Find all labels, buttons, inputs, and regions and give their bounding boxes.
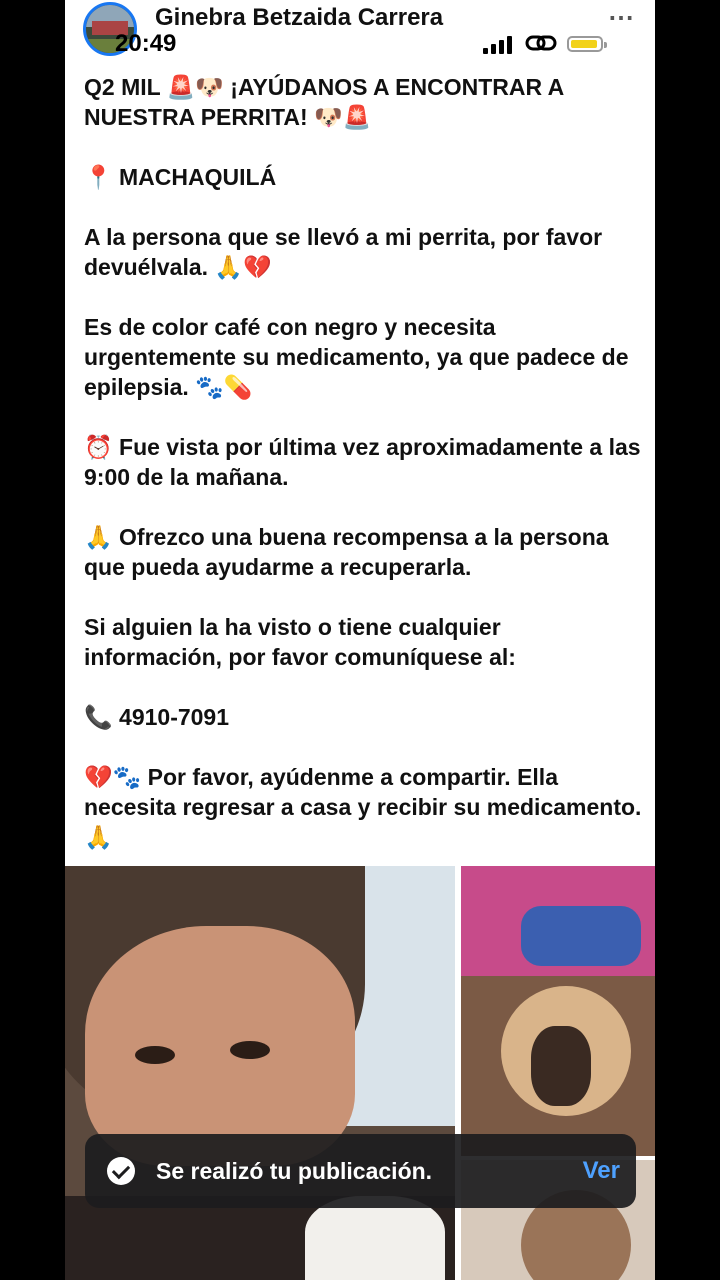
photo-cloth xyxy=(521,906,641,966)
post-body: Q2 MIL 🚨🐶 ¡AYÚDANOS A ENCONTRAR A NUESTR… xyxy=(84,72,644,882)
photo-eye xyxy=(135,1046,175,1064)
more-icon[interactable]: ⋯ xyxy=(608,2,635,33)
check-icon xyxy=(107,1157,135,1185)
publish-toast: Se realizó tu publicación. Ver xyxy=(85,1134,636,1208)
post-paragraph: Q2 MIL 🚨🐶 ¡AYÚDANOS A ENCONTRAR A NUESTR… xyxy=(84,74,564,130)
link-icon xyxy=(525,35,557,51)
post-paragraph: ⏰ Fue vista por última vez aproximadamen… xyxy=(84,434,641,490)
post-photo-woman[interactable] xyxy=(65,866,455,1280)
status-time: 20:49 xyxy=(115,30,177,57)
post-header: Ginebra Betzaida Carrera ⋯ 20:49 xyxy=(65,0,655,62)
battery-icon xyxy=(567,36,607,52)
post-paragraph: 💔🐾 Por favor, ayúdenme a compartir. Ella… xyxy=(84,764,642,850)
post-paragraph: 🙏 Ofrezco una buena recompensa a la pers… xyxy=(84,524,609,580)
post-photo-dog[interactable] xyxy=(461,866,655,1156)
photo-dog-muzzle xyxy=(531,1026,591,1106)
view-button[interactable]: Ver xyxy=(583,1157,620,1185)
post-phone: 📞 4910-7091 xyxy=(84,704,230,730)
photo-dog xyxy=(305,1196,445,1280)
post-paragraph: Es de color café con negro y necesita ur… xyxy=(84,314,629,400)
post-paragraph: A la persona que se llevó a mi perrita, … xyxy=(84,224,603,280)
toast-message: Se realizó tu publicación. xyxy=(156,1158,433,1184)
author-name[interactable]: Ginebra Betzaida Carrera xyxy=(155,4,443,32)
battery-nub xyxy=(604,42,607,48)
phone-screen: Ginebra Betzaida Carrera ⋯ 20:49 Q2 MIL … xyxy=(65,0,655,1280)
signal-icon xyxy=(483,36,513,54)
photo-eye xyxy=(230,1041,270,1059)
post-paragraph: Si alguien la ha visto o tiene cualquier… xyxy=(84,614,516,670)
battery-level xyxy=(571,40,597,48)
post-paragraph: 📍 MACHAQUILÁ xyxy=(84,164,277,190)
photo-face xyxy=(85,926,355,1166)
